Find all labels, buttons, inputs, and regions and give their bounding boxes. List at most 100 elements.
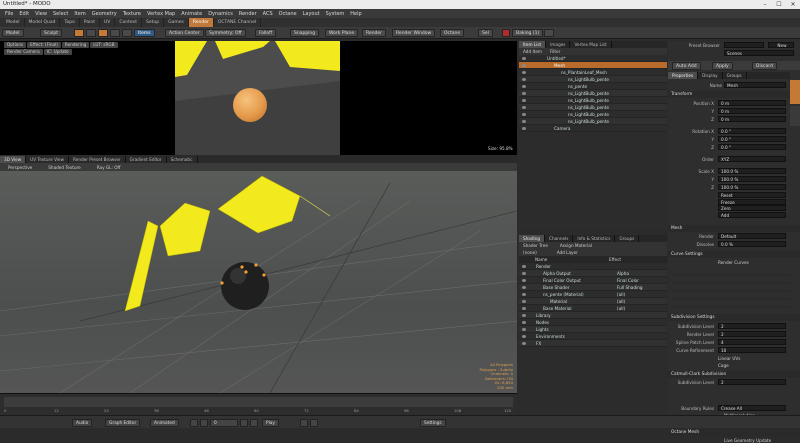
visibility-eye-icon[interactable]: [522, 300, 526, 303]
octane-button[interactable]: Octane: [440, 29, 465, 37]
new-button[interactable]: New: [768, 42, 794, 48]
menu-render[interactable]: Render: [236, 11, 260, 17]
reset-button[interactable]: Reset: [718, 192, 786, 198]
shader-row[interactable]: Base Shader Full Shading: [519, 284, 667, 291]
shading-tab-0[interactable]: Shading: [519, 235, 546, 242]
menu-edit[interactable]: Edit: [16, 11, 32, 17]
auto-add-button[interactable]: Auto Add: [672, 62, 701, 70]
item-row[interactable]: ns_LightBulb_pente: [519, 104, 667, 111]
visibility-eye-icon[interactable]: [522, 293, 526, 296]
apply-button[interactable]: Apply: [712, 62, 733, 70]
shader-row[interactable]: Material (all): [519, 298, 667, 305]
item-row[interactable]: ns_PlantainLeaf_Mesh: [519, 69, 667, 76]
visibility-eye-icon[interactable]: [522, 279, 526, 282]
render-window-button[interactable]: Render Window: [392, 29, 436, 37]
position-z-field[interactable]: 0 m: [718, 116, 786, 122]
menu-animate[interactable]: Animate: [178, 11, 205, 17]
viewport-tab-4[interactable]: Schematic: [167, 156, 198, 163]
maximize-button[interactable]: ☐: [772, 0, 786, 9]
work-plane-button[interactable]: Work Plane: [325, 29, 359, 37]
render-dropdown[interactable]: Default: [718, 233, 786, 239]
visibility-eye-icon[interactable]: [522, 321, 526, 324]
position-x-field[interactable]: 0 m: [718, 100, 786, 106]
name-field[interactable]: Mesh: [724, 82, 786, 88]
properties-tab-2[interactable]: Groups: [723, 72, 747, 79]
subdivision-section[interactable]: Subdivision Settings: [668, 314, 800, 321]
frame-field[interactable]: 0: [210, 419, 238, 427]
visibility-eye-icon[interactable]: [522, 92, 526, 95]
render-level-field[interactable]: 2: [718, 331, 786, 337]
item-row[interactable]: ns_LightBulb_pente: [519, 118, 667, 125]
preview-rendering-tab[interactable]: Rendering: [61, 42, 90, 48]
shader-row[interactable]: Nodes: [519, 319, 667, 326]
sculpt-button[interactable]: Sculpt: [40, 29, 63, 37]
menu-view[interactable]: View: [32, 11, 50, 17]
layout-tab-paint[interactable]: Paint: [80, 18, 100, 27]
step-back-icon[interactable]: [200, 419, 208, 427]
menu-item[interactable]: Item: [71, 11, 88, 17]
key-icon[interactable]: [300, 419, 308, 427]
step-forward-icon[interactable]: [240, 419, 248, 427]
menu-dynamics[interactable]: Dynamics: [205, 11, 236, 17]
gear-icon[interactable]: [544, 29, 554, 37]
vertex-mode-icon[interactable]: [74, 29, 84, 37]
layout-tab-octane-channel[interactable]: OCTANE Channel: [214, 18, 262, 27]
menu-acs[interactable]: ACS: [260, 11, 276, 17]
discard-button[interactable]: Discard: [752, 62, 777, 70]
menu-texture[interactable]: Texture: [120, 11, 144, 17]
position-y-field[interactable]: 0 m: [718, 108, 786, 114]
raygl-toggle[interactable]: Ray GL: Off: [89, 165, 129, 170]
layout-tab-topo[interactable]: Topo: [60, 18, 80, 27]
curve-refine-field[interactable]: 10: [718, 347, 786, 353]
add-layer-button[interactable]: Add Layer: [557, 249, 578, 256]
item-list-tab-0[interactable]: Item List: [519, 41, 547, 48]
rotation-y-field[interactable]: 0.0 °: [718, 136, 786, 142]
visibility-eye-icon[interactable]: [522, 335, 526, 338]
shader-row[interactable]: Render: [519, 263, 667, 270]
preset-field[interactable]: [724, 42, 764, 48]
visibility-eye-icon[interactable]: [522, 99, 526, 102]
item-row[interactable]: ns_pente: [519, 83, 667, 90]
properties-side-tab[interactable]: [790, 80, 800, 104]
falloff-button[interactable]: Falloff: [255, 29, 277, 37]
timeline-track[interactable]: [4, 397, 513, 407]
item-row[interactable]: ns_LightBulb_pente: [519, 90, 667, 97]
viewport-tab-3[interactable]: Gradient Editor: [126, 156, 167, 163]
layout-tab-setup[interactable]: Setup: [142, 18, 165, 27]
render-button[interactable]: Render: [362, 29, 387, 37]
visibility-eye-icon[interactable]: [522, 120, 526, 123]
octane-mesh-section[interactable]: Octane Mesh: [668, 429, 800, 436]
menu-file[interactable]: File: [2, 11, 16, 17]
symmetry-button[interactable]: Symmetry: Off: [205, 29, 246, 37]
visibility-eye-icon[interactable]: [522, 85, 526, 88]
shader-row[interactable]: Library: [519, 312, 667, 319]
visibility-eye-icon[interactable]: [522, 342, 526, 345]
shader-row[interactable]: Final Color Output Final Color: [519, 277, 667, 284]
shading-dropdown[interactable]: Shaded Texture: [40, 165, 88, 170]
audio-button[interactable]: Audio: [72, 419, 93, 427]
layout-tab-render[interactable]: Render: [188, 18, 214, 27]
shading-tab-2[interactable]: Info & Statistics: [573, 235, 616, 242]
boundary-rules-dropdown[interactable]: Crease All: [718, 405, 786, 411]
transform-section[interactable]: Transform: [668, 91, 800, 98]
layout-tab-model[interactable]: Model: [2, 18, 25, 27]
display-side-tab[interactable]: [790, 106, 800, 126]
viewport-tab-2[interactable]: Render Preset Browser: [69, 156, 126, 163]
menu-geometry[interactable]: Geometry: [89, 11, 120, 17]
rotation-x-field[interactable]: 0.0 °: [718, 128, 786, 134]
add-item-button[interactable]: Add Item: [523, 48, 542, 55]
3d-viewport[interactable]: All Polygons Polygons : Subdiv Channels: 0…: [0, 171, 518, 394]
visibility-eye-icon[interactable]: [522, 307, 526, 310]
live-geometry-checkbox[interactable]: Live Geometry Update: [724, 438, 771, 443]
shading-tab-1[interactable]: Channels: [545, 235, 574, 242]
order-field[interactable]: XYZ: [718, 156, 786, 162]
effect-column-header[interactable]: Effect: [609, 256, 621, 263]
scenes-dropdown[interactable]: Scenes: [724, 50, 794, 56]
layout-tab-model-quad[interactable]: Model Quad: [25, 18, 61, 27]
menu-system[interactable]: System: [323, 11, 348, 17]
visibility-eye-icon[interactable]: [522, 71, 526, 74]
item-row[interactable]: Untitled*: [519, 55, 667, 62]
dissolve-field[interactable]: 0.0 %: [718, 241, 786, 247]
visibility-eye-icon[interactable]: [522, 328, 526, 331]
freeze-button[interactable]: Freeze: [718, 198, 786, 205]
